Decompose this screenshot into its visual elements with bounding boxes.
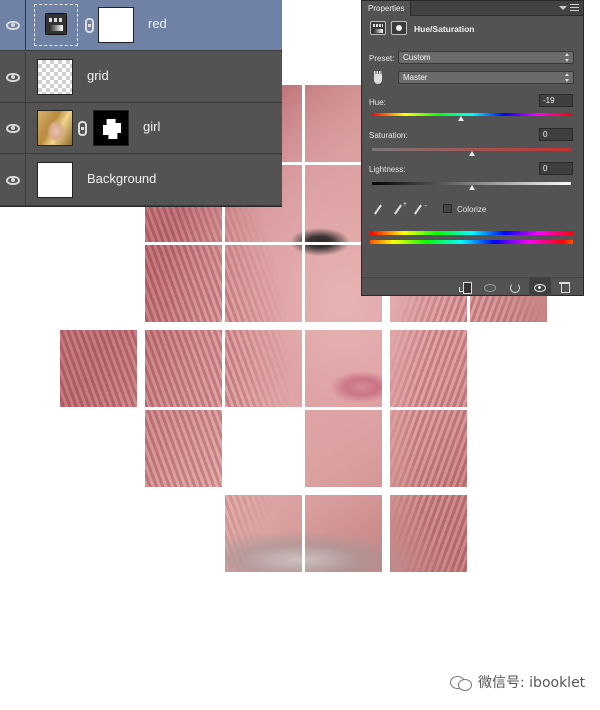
panel-tabbar: Properties: [362, 1, 583, 16]
input-spectrum-bar: [370, 231, 573, 235]
hue-saturation-icon[interactable]: [370, 21, 386, 35]
image-tile: [60, 330, 137, 407]
clip-icon[interactable]: [459, 282, 472, 294]
trash-icon[interactable]: [559, 282, 570, 293]
layer-name[interactable]: Background: [87, 171, 156, 186]
image-tile: [225, 495, 302, 572]
preset-label: Preset:: [369, 54, 395, 63]
visibility-toggle[interactable]: [0, 52, 26, 103]
image-tile: [305, 495, 382, 572]
hue-label: Hue:: [369, 98, 386, 107]
image-tile: [145, 410, 222, 487]
image-tile: [390, 495, 467, 572]
lightness-label: Lightness:: [369, 165, 406, 174]
collapse-icon[interactable]: [559, 6, 567, 10]
eyedropper-icon[interactable]: [373, 204, 384, 215]
layer-row-grid[interactable]: grid: [0, 52, 282, 103]
colorize-checkbox[interactable]: [443, 204, 452, 213]
channel-value: Master: [403, 73, 428, 82]
preset-value: Custom: [403, 53, 431, 62]
eyedropper-subtract-icon[interactable]: [413, 201, 427, 215]
properties-panel: Properties Hue/Saturation Preset: Custom…: [361, 0, 584, 296]
lightness-input[interactable]: 0: [539, 162, 573, 175]
hue-saturation-icon: [45, 13, 67, 35]
layer-thumbnail[interactable]: [37, 110, 73, 146]
layer-mask-thumbnail[interactable]: [93, 110, 129, 146]
colorize-label: Colorize: [457, 205, 487, 214]
panel-footer: [362, 277, 583, 296]
layer-name[interactable]: red: [148, 16, 167, 31]
link-icon[interactable]: [78, 121, 87, 136]
layer-row-girl[interactable]: girl: [0, 103, 282, 154]
visibility-toggle[interactable]: [0, 155, 26, 206]
image-tile: [390, 330, 467, 407]
image-tile: [305, 330, 382, 407]
hand-icon[interactable]: [371, 71, 385, 85]
reset-icon[interactable]: [509, 282, 520, 293]
eye-icon[interactable]: [5, 21, 20, 30]
layer-name[interactable]: grid: [87, 68, 109, 83]
chevron-updown-icon: [565, 53, 570, 62]
watermark: 微信号: ibooklet: [450, 672, 585, 692]
visibility-toggle[interactable]: [0, 103, 26, 154]
eye-icon[interactable]: [5, 124, 20, 133]
output-spectrum-bar: [370, 240, 573, 244]
panel-menu-icon[interactable]: [570, 4, 579, 12]
image-tile: [145, 245, 222, 322]
layer-name[interactable]: girl: [143, 119, 160, 134]
image-tile: [305, 410, 382, 487]
mask-shape: [103, 119, 121, 139]
wechat-icon: [450, 674, 472, 691]
eye-icon[interactable]: [5, 176, 20, 185]
saturation-slider-thumb[interactable]: [468, 151, 475, 156]
layer-row-background[interactable]: Background: [0, 155, 282, 206]
saturation-input[interactable]: 0: [539, 128, 573, 141]
visibility-icon[interactable]: [534, 282, 546, 292]
hue-slider[interactable]: [372, 113, 571, 116]
hue-slider-thumb[interactable]: [457, 116, 464, 121]
watermark-text: 微信号: ibooklet: [478, 675, 586, 691]
eyedropper-add-icon[interactable]: [393, 201, 407, 215]
hue-input[interactable]: -19: [539, 94, 573, 107]
layer-row-red[interactable]: red: [0, 0, 282, 51]
view-previous-icon[interactable]: [484, 282, 496, 292]
channel-dropdown[interactable]: Master: [398, 71, 574, 84]
image-tile: [145, 330, 222, 407]
layer-mask-thumbnail[interactable]: [98, 7, 134, 43]
saturation-label: Saturation:: [369, 131, 408, 140]
mask-icon[interactable]: [391, 21, 407, 35]
eye-icon[interactable]: [5, 73, 20, 82]
image-tile: [390, 410, 467, 487]
preset-dropdown[interactable]: Custom: [398, 51, 574, 64]
adjustment-thumbnail[interactable]: [34, 4, 78, 46]
lightness-slider-thumb[interactable]: [468, 185, 475, 190]
layer-thumbnail[interactable]: [37, 59, 73, 95]
layer-thumbnail[interactable]: [37, 162, 73, 198]
layers-panel: red grid girl Background: [0, 0, 282, 207]
link-icon[interactable]: [85, 18, 94, 33]
visibility-toggle[interactable]: [0, 0, 26, 51]
tab-properties[interactable]: Properties: [362, 1, 412, 16]
image-tile: [225, 245, 302, 322]
panel-title: Hue/Saturation: [414, 24, 475, 34]
chevron-updown-icon: [565, 73, 570, 82]
image-tile: [225, 330, 302, 407]
